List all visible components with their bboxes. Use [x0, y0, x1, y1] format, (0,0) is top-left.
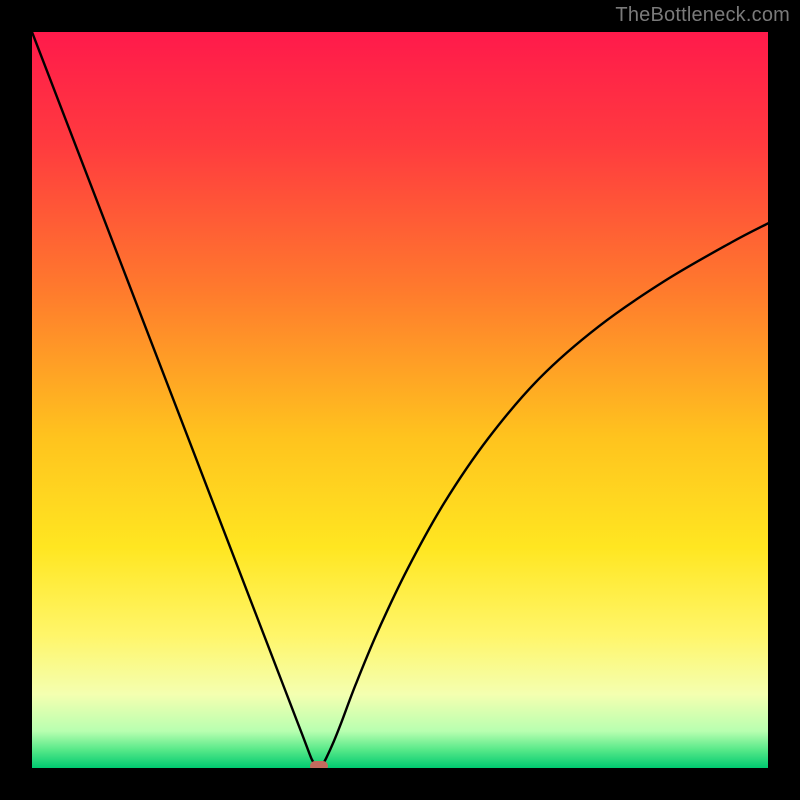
bottleneck-curve [32, 32, 768, 768]
watermark-text: TheBottleneck.com [615, 4, 790, 27]
optimal-marker [310, 761, 328, 768]
plot-area [32, 32, 768, 768]
chart-frame: TheBottleneck.com [0, 0, 800, 800]
